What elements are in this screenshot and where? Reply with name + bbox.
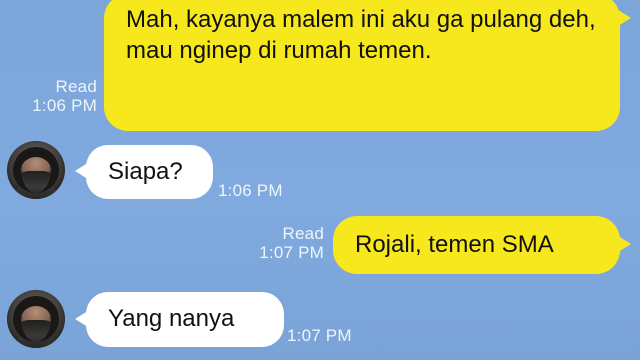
message-3-read-status: Read xyxy=(282,224,324,243)
message-2-text: Siapa? xyxy=(108,157,183,185)
message-bubble-outgoing-1[interactable]: Mah, kayanya malem ini aku ga pulang deh… xyxy=(104,0,631,131)
message-1-tail-icon xyxy=(615,8,631,28)
message-4-meta: 1:07 PM xyxy=(287,326,377,345)
message-2-time: 1:06 PM xyxy=(218,181,283,200)
message-1-time: 1:06 PM xyxy=(32,96,97,116)
message-4-tail-icon xyxy=(75,309,91,329)
message-bubble-incoming-1[interactable]: Siapa? xyxy=(75,145,213,199)
avatar-scarf xyxy=(19,171,53,186)
message-1-text: Mah, kayanya malem ini aku ga pulang deh… xyxy=(126,6,596,64)
message-bubble-outgoing-2[interactable]: Rojali, temen SMA xyxy=(333,216,631,274)
message-2-meta: 1:06 PM xyxy=(218,181,308,200)
message-3-text: Rojali, temen SMA xyxy=(355,230,554,258)
message-1-read-status: Read xyxy=(55,77,97,96)
message-2-tail-icon xyxy=(75,161,91,181)
avatar-icon[interactable] xyxy=(7,141,65,199)
message-4-text: Yang nanya xyxy=(108,305,235,333)
message-3-meta: Read 1:07 PM xyxy=(236,224,324,262)
chat-screen: Read 1:06 PM Mah, kayanya malem ini aku … xyxy=(0,0,640,360)
avatar-icon[interactable] xyxy=(7,290,65,348)
message-1-meta: Read 1:06 PM xyxy=(19,77,97,115)
message-4-time: 1:07 PM xyxy=(287,326,352,345)
message-bubble-incoming-2[interactable]: Yang nanya xyxy=(75,292,284,347)
avatar-shoulders xyxy=(13,331,59,348)
avatar-scarf xyxy=(19,320,53,335)
avatar-shoulders xyxy=(13,182,59,199)
message-3-tail-icon xyxy=(615,234,631,254)
message-3-time: 1:07 PM xyxy=(259,243,324,263)
